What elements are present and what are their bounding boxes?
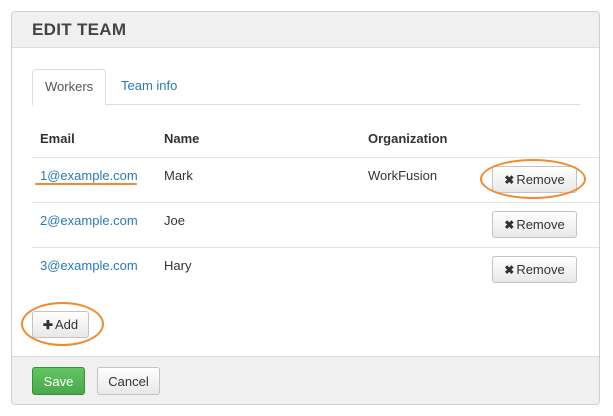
table-row: 3@example.com Hary ✖ Remove [32, 247, 599, 292]
tab-workers[interactable]: Workers [32, 69, 107, 106]
edit-team-dialog: EDIT TEAM Workers Team info Email Name O… [11, 11, 600, 405]
cancel-button[interactable]: Cancel [97, 367, 160, 395]
remove-button[interactable]: ✖ Remove [492, 211, 577, 238]
table-row: 2@example.com Joe ✖ Remove [32, 202, 599, 247]
remove-button[interactable]: ✖ Remove [492, 166, 577, 193]
column-header-organization: Organization [368, 131, 448, 146]
add-worker-button[interactable]: ✚ Add [32, 311, 89, 338]
x-icon: ✖ [504, 217, 515, 232]
worker-email-link[interactable]: 3@example.com [40, 258, 138, 273]
plus-icon: ✚ [42, 317, 53, 332]
remove-button-label: Remove [516, 217, 565, 232]
table-row: 1@example.com Mark WorkFusion ✖ Remove [32, 157, 599, 202]
worker-email-link[interactable]: 1@example.com [40, 168, 138, 183]
tab-team-info[interactable]: Team info [109, 69, 189, 106]
worker-name: Hary [164, 258, 192, 273]
column-header-name: Name [164, 131, 200, 146]
worker-name: Mark [164, 168, 193, 183]
tab-bar: Workers Team info [32, 69, 580, 106]
dialog-header: EDIT TEAM [12, 12, 599, 48]
column-header-email: Email [40, 131, 75, 146]
add-button-label: Add [54, 317, 79, 332]
worker-name: Joe [164, 213, 185, 228]
save-button[interactable]: Save [32, 367, 85, 395]
remove-button-label: Remove [516, 262, 565, 277]
x-icon: ✖ [504, 262, 515, 277]
x-icon: ✖ [504, 172, 515, 187]
remove-button-label: Remove [516, 172, 565, 187]
worker-email-link[interactable]: 2@example.com [40, 213, 138, 228]
remove-button[interactable]: ✖ Remove [492, 256, 577, 283]
worker-organization: WorkFusion [368, 168, 438, 183]
dialog-footer: Save Cancel [12, 356, 599, 404]
dialog-title: EDIT TEAM [32, 20, 127, 39]
cancel-button-label: Cancel [108, 373, 149, 389]
